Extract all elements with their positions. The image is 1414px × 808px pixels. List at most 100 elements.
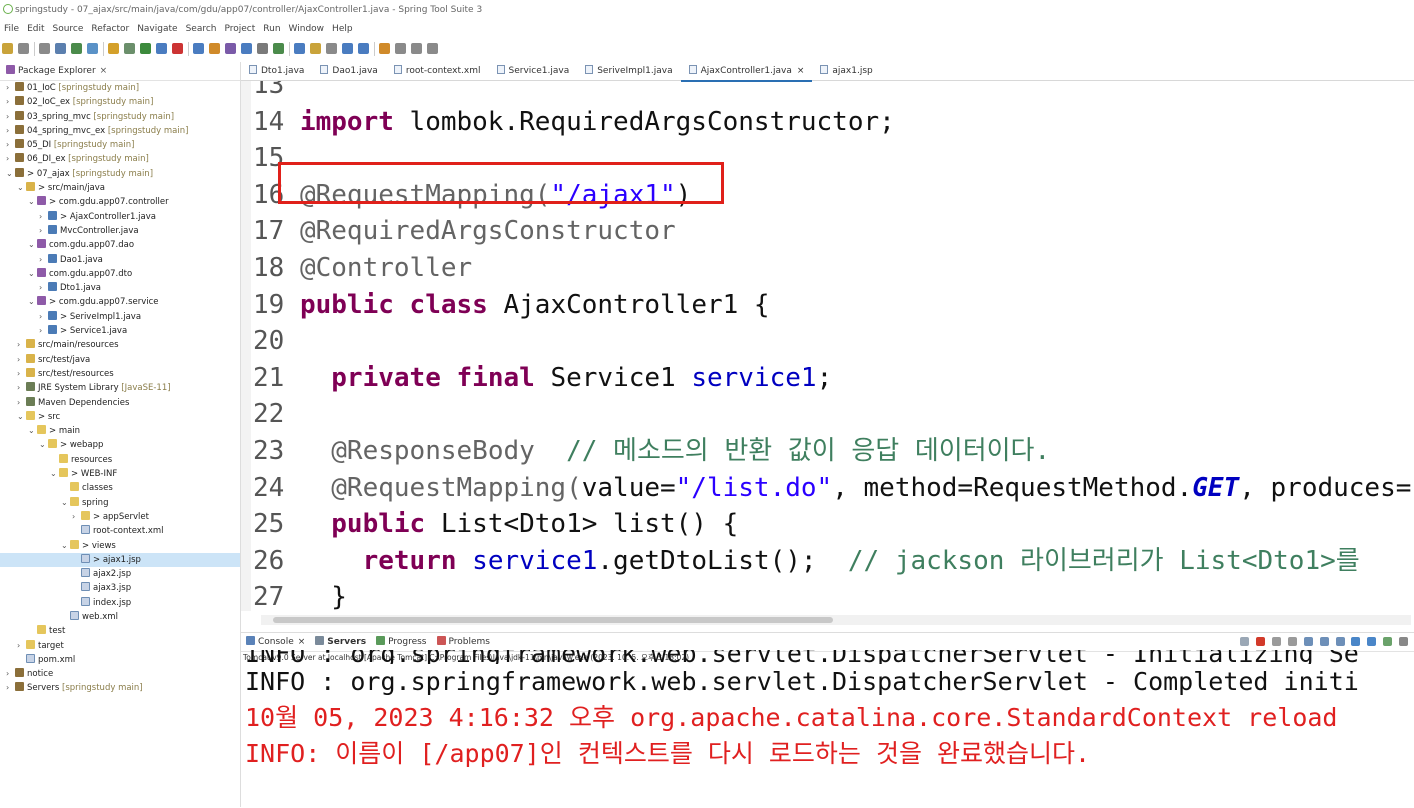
expand-arrow-icon[interactable]: ⌄ xyxy=(28,424,37,438)
tree-node[interactable]: ⌄ com.gdu.app07.dao xyxy=(0,238,240,252)
collapse-arrow-icon[interactable]: › xyxy=(39,253,48,267)
collapse-arrow-icon[interactable]: › xyxy=(6,681,15,695)
menu-run[interactable]: Run xyxy=(263,24,280,34)
toolbar-button-icon[interactable] xyxy=(273,43,284,54)
expand-arrow-icon[interactable]: ⌄ xyxy=(17,181,26,195)
tree-node[interactable]: › src/test/resources xyxy=(0,367,240,381)
tree-node[interactable]: › Maven Dependencies xyxy=(0,396,240,410)
remove-all-icon[interactable] xyxy=(1287,637,1297,646)
expand-arrow-icon[interactable]: ⌄ xyxy=(28,295,37,309)
scroll-lock-icon[interactable] xyxy=(1319,637,1329,646)
tree-node[interactable]: › notice xyxy=(0,667,240,681)
tree-node[interactable]: › 06_DI_ex [springstudy main] xyxy=(0,152,240,166)
pin-console-icon[interactable] xyxy=(1351,637,1361,646)
console-tab[interactable]: Console × xyxy=(241,633,310,651)
toolbar-button-icon[interactable] xyxy=(241,43,252,54)
menu-search[interactable]: Search xyxy=(186,24,217,34)
toolbar-button-icon[interactable] xyxy=(411,43,422,54)
toolbar-button-icon[interactable] xyxy=(71,43,82,54)
tree-node[interactable]: › 04_spring_mvc_ex [springstudy main] xyxy=(0,124,240,138)
toolbar-button-icon[interactable] xyxy=(257,43,268,54)
expand-arrow-icon[interactable]: ⌄ xyxy=(6,167,15,181)
close-icon[interactable]: × xyxy=(298,637,306,647)
toolbar-button-icon[interactable] xyxy=(124,43,135,54)
collapse-arrow-icon[interactable]: › xyxy=(6,138,15,152)
minimize-icon[interactable] xyxy=(1399,637,1408,646)
tree-node[interactable]: ⌄ com.gdu.app07.dto xyxy=(0,267,240,281)
stop-icon[interactable] xyxy=(1256,637,1266,646)
console-tab[interactable]: Servers xyxy=(310,633,371,651)
tree-node[interactable]: root-context.xml xyxy=(0,524,240,538)
expand-arrow-icon[interactable]: ⌄ xyxy=(39,438,48,452)
collapse-arrow-icon[interactable]: › xyxy=(6,152,15,166)
toolbar-button-icon[interactable] xyxy=(395,43,406,54)
tree-node[interactable]: classes xyxy=(0,481,240,495)
toolbar-button-icon[interactable] xyxy=(87,43,98,54)
tree-node[interactable]: ⌄ > src/main/java xyxy=(0,181,240,195)
collapse-arrow-icon[interactable]: › xyxy=(6,95,15,109)
tree-node[interactable]: ⌄ > com.gdu.app07.controller xyxy=(0,195,240,209)
collapse-arrow-icon[interactable]: › xyxy=(39,281,48,295)
toolbar-button-icon[interactable] xyxy=(55,43,66,54)
tree-node[interactable]: › MvcController.java xyxy=(0,224,240,238)
tree-node[interactable]: ⌄ > main xyxy=(0,424,240,438)
collapse-arrow-icon[interactable]: › xyxy=(6,667,15,681)
toolbar-button-icon[interactable] xyxy=(310,43,321,54)
toolbar-button-icon[interactable] xyxy=(326,43,337,54)
editor-tab[interactable]: AjaxController1.java × xyxy=(680,62,813,82)
toolbar-button-icon[interactable] xyxy=(427,43,438,54)
tree-node[interactable]: test xyxy=(0,624,240,638)
tree-node[interactable]: › src/test/java xyxy=(0,353,240,367)
collapse-arrow-icon[interactable]: › xyxy=(39,310,48,324)
collapse-arrow-icon[interactable]: › xyxy=(17,338,26,352)
toolbar-button-icon[interactable] xyxy=(156,43,167,54)
menu-project[interactable]: Project xyxy=(224,24,255,34)
tree-node[interactable]: pom.xml xyxy=(0,653,240,667)
open-console-icon[interactable] xyxy=(1383,637,1393,646)
tree-node[interactable]: › Dao1.java xyxy=(0,253,240,267)
toolbar-button-icon[interactable] xyxy=(193,43,204,54)
collapse-arrow-icon[interactable]: › xyxy=(39,324,48,338)
tree-node[interactable]: › > SeriveImpl1.java xyxy=(0,310,240,324)
tree-node[interactable]: web.xml xyxy=(0,610,240,624)
expand-arrow-icon[interactable]: ⌄ xyxy=(61,539,70,553)
toolbar-button-icon[interactable] xyxy=(2,43,13,54)
toolbar-button-icon[interactable] xyxy=(225,43,236,54)
display-console-icon[interactable] xyxy=(1367,637,1377,646)
tree-node[interactable]: ⌄ > WEB-INF xyxy=(0,467,240,481)
toolbar-button-icon[interactable] xyxy=(294,43,305,54)
tree-node[interactable]: › 03_spring_mvc [springstudy main] xyxy=(0,110,240,124)
menu-refactor[interactable]: Refactor xyxy=(91,24,129,34)
scrollbar-thumb[interactable] xyxy=(273,617,833,623)
expand-arrow-icon[interactable]: ⌄ xyxy=(17,410,26,424)
collapse-arrow-icon[interactable]: › xyxy=(17,367,26,381)
menu-edit[interactable]: Edit xyxy=(27,24,44,34)
tree-node[interactable]: ⌄ > webapp xyxy=(0,438,240,452)
collapse-arrow-icon[interactable]: › xyxy=(72,510,81,524)
clear-console-icon[interactable] xyxy=(1303,637,1313,646)
editor-tab[interactable]: ajax1.jsp xyxy=(812,62,880,80)
editor-tab[interactable]: Service1.java xyxy=(489,62,578,80)
expand-arrow-icon[interactable]: ⌄ xyxy=(28,267,37,281)
tree-node[interactable]: ⌄ > views xyxy=(0,539,240,553)
tree-node[interactable]: › Dto1.java xyxy=(0,281,240,295)
collapse-arrow-icon[interactable]: › xyxy=(39,224,48,238)
toolbar-button-icon[interactable] xyxy=(342,43,353,54)
expand-arrow-icon[interactable]: ⌄ xyxy=(28,238,37,252)
code-area[interactable]: 13 14 import lombok.RequiredArgsConstruc… xyxy=(241,81,1414,611)
console-tab[interactable]: Progress xyxy=(371,633,431,651)
expand-arrow-icon[interactable]: ⌄ xyxy=(50,467,59,481)
tree-node[interactable]: › > AjaxController1.java xyxy=(0,210,240,224)
tree-node[interactable]: › JRE System Library [JavaSE-11] xyxy=(0,381,240,395)
collapse-arrow-icon[interactable]: › xyxy=(6,124,15,138)
collapse-arrow-icon[interactable]: › xyxy=(17,353,26,367)
toolbar-button-icon[interactable] xyxy=(358,43,369,54)
collapse-arrow-icon[interactable]: › xyxy=(6,81,15,95)
tree-node[interactable]: ⌄ > 07_ajax [springstudy main] xyxy=(0,167,240,181)
tree-node[interactable]: › > Service1.java xyxy=(0,324,240,338)
tree-node[interactable]: › Servers [springstudy main] xyxy=(0,681,240,695)
editor-tab[interactable]: Dto1.java xyxy=(241,62,312,80)
toolbar-button-icon[interactable] xyxy=(379,43,390,54)
toolbar-button-icon[interactable] xyxy=(172,43,183,54)
remove-launch-icon[interactable] xyxy=(1272,637,1281,646)
